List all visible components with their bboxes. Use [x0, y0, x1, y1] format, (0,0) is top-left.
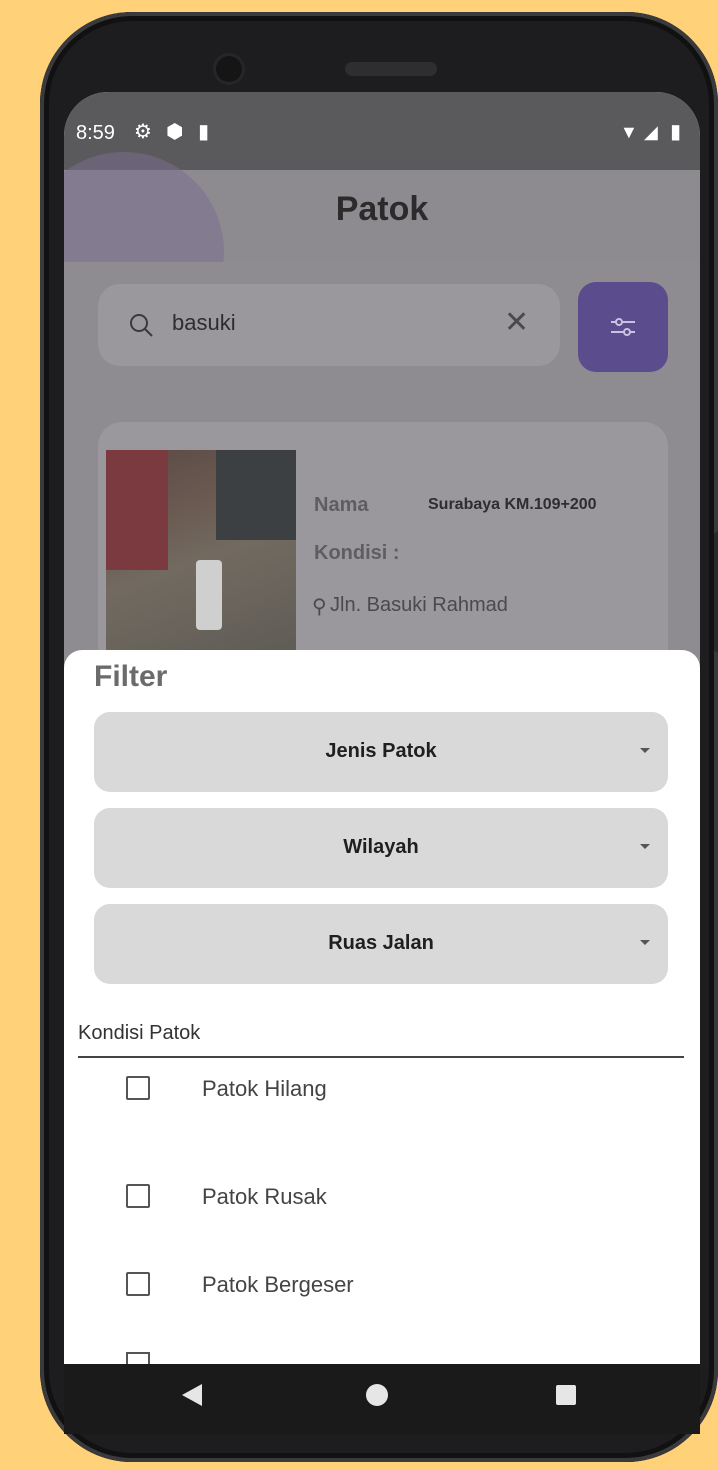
card-name-value: Surabaya KM.109+200: [428, 496, 597, 513]
condition-label: Patok Rusak: [202, 1184, 327, 1209]
back-icon[interactable]: [182, 1384, 202, 1406]
location-pin-icon: ⚲: [312, 596, 327, 618]
card-condition-label: Kondisi :: [314, 542, 400, 564]
dropdown-label: Ruas Jalan: [328, 932, 434, 954]
recent-apps-icon[interactable]: [556, 1385, 576, 1405]
checkbox-partial[interactable]: [126, 1352, 150, 1364]
wifi-icon: ▼: [620, 122, 638, 142]
card-location: Jln. Basuki Rahmad: [330, 594, 508, 616]
system-nav-bar: [64, 1364, 700, 1434]
dropdown-ruas-jalan[interactable]: Ruas Jalan: [94, 904, 668, 984]
patok-thumbnail: [106, 450, 296, 670]
dropdown-wilayah[interactable]: Wilayah: [94, 808, 668, 888]
sliders-icon: [611, 318, 635, 336]
dropdown-label: Jenis Patok: [325, 740, 437, 762]
filter-title: Filter: [94, 660, 168, 693]
status-time: 8:59: [76, 122, 115, 144]
settings-icon: ⚙: [134, 121, 152, 143]
sd-card-icon: ▮: [198, 121, 210, 143]
battery-icon: ▮: [670, 121, 682, 143]
filter-bottom-sheet: Filter Jenis Patok Wilayah Ruas Jalan Ko…: [64, 650, 700, 1364]
condition-section-label: Kondisi Patok: [78, 1022, 201, 1044]
condition-label: Patok Hilang: [202, 1076, 327, 1101]
signal-icon: ◢: [644, 122, 658, 142]
search-value: basuki: [172, 310, 236, 335]
shield-icon: ⬢: [166, 121, 184, 143]
search-icon: [130, 314, 153, 337]
dropdown-jenis-patok[interactable]: Jenis Patok: [94, 712, 668, 792]
caret-down-icon: [640, 748, 650, 753]
dropdown-label: Wilayah: [343, 836, 419, 858]
checkbox[interactable]: [126, 1272, 150, 1296]
filter-button[interactable]: [578, 282, 668, 372]
section-divider: [78, 1056, 684, 1058]
home-icon[interactable]: [366, 1384, 388, 1406]
page-title: Patok: [335, 190, 429, 228]
close-icon[interactable]: ✕: [504, 308, 529, 338]
phone-speaker: [345, 62, 437, 76]
condition-label: Patok Bergeser: [202, 1272, 354, 1297]
phone-camera: [216, 56, 242, 82]
caret-down-icon: [640, 844, 650, 849]
caret-down-icon: [640, 940, 650, 945]
phone-side-button: [714, 532, 718, 652]
card-name-label: Nama: [314, 494, 369, 516]
checkbox[interactable]: [126, 1076, 150, 1100]
search-input[interactable]: [98, 284, 560, 366]
checkbox[interactable]: [126, 1184, 150, 1208]
